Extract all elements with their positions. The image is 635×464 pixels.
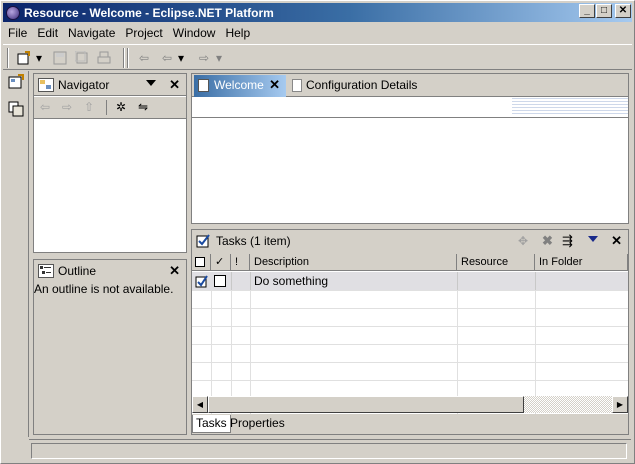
close-window-button[interactable]: ✕ xyxy=(615,4,631,18)
menu-file[interactable]: File xyxy=(3,26,32,40)
outline-title: Outline xyxy=(58,264,97,278)
print-icon[interactable] xyxy=(95,49,113,67)
checkbox-column-icon xyxy=(195,257,205,268)
horizontal-scrollbar[interactable]: ◀ ▶ xyxy=(192,396,628,413)
nav-up-icon[interactable]: ⇧ xyxy=(84,100,94,114)
tasks-header: Tasks (1 item) ✥ ✖ ⇶ ✕ xyxy=(192,230,628,252)
outline-close-button[interactable]: ✕ xyxy=(169,263,180,279)
tab-tasks[interactable]: Tasks xyxy=(192,415,231,433)
outline-message: An outline is not available. xyxy=(34,282,174,296)
tab-properties[interactable]: Properties xyxy=(227,415,288,433)
tab-configuration-details[interactable]: Configuration Details xyxy=(290,75,417,97)
editor-divider xyxy=(192,117,628,118)
collapse-all-icon[interactable]: ✲ xyxy=(116,100,126,114)
title-bar[interactable]: Resource - Welcome - Eclipse.NET Platfor… xyxy=(3,3,632,22)
toolbar-separator xyxy=(127,48,129,68)
column-header-description[interactable]: Description xyxy=(250,254,457,271)
nav-forward-icon[interactable]: ⇨ xyxy=(62,100,72,114)
scroll-left-button[interactable]: ◀ xyxy=(192,396,208,413)
main-toolbar: ▾ ⇦ ⇦ ▾ ⇨ ▾ xyxy=(3,44,632,70)
tab-configuration-label: Configuration Details xyxy=(306,78,418,92)
outline-view: Outline ✕ An outline is not available. xyxy=(33,259,187,435)
task-description: Do something xyxy=(254,274,329,288)
welcome-page-icon xyxy=(198,79,209,92)
task-icon xyxy=(195,274,209,291)
column-header-resource[interactable]: Resource xyxy=(457,254,535,271)
tab-welcome[interactable]: Welcome ✕ xyxy=(194,75,286,97)
forward-icon[interactable]: ⇨ xyxy=(195,49,213,67)
menu-bar: File Edit Navigate Project Window Help xyxy=(3,23,632,42)
nav-back-icon[interactable]: ⇦ xyxy=(40,100,50,114)
resource-perspective-icon[interactable] xyxy=(8,101,24,117)
outline-header: Outline ✕ xyxy=(34,260,186,282)
open-perspective-icon[interactable] xyxy=(8,74,24,90)
tasks-view-menu-icon[interactable] xyxy=(588,236,598,242)
document-icon xyxy=(292,79,302,92)
scroll-right-button[interactable]: ▶ xyxy=(612,396,628,413)
grid-line xyxy=(192,290,628,291)
column-header-priority-check[interactable]: ✓ xyxy=(211,254,231,271)
filter-icon[interactable]: ⇶ xyxy=(562,233,573,249)
navigator-title: Navigator xyxy=(58,77,110,92)
menu-project[interactable]: Project xyxy=(120,26,167,40)
scrollbar-thumb[interactable] xyxy=(208,396,524,413)
window-title: Resource - Welcome - Eclipse.NET Platfor… xyxy=(24,5,274,20)
tasks-close-button[interactable]: ✕ xyxy=(611,233,622,249)
link-editor-icon[interactable]: ⇋ xyxy=(138,100,148,114)
save-all-icon[interactable] xyxy=(73,49,91,67)
delete-task-icon[interactable]: ✖ xyxy=(542,233,553,249)
status-field xyxy=(31,443,627,459)
view-menu-icon[interactable] xyxy=(146,80,156,86)
navigator-icon xyxy=(38,77,54,92)
save-icon[interactable] xyxy=(51,49,69,67)
outline-icon xyxy=(38,264,54,278)
grid-line xyxy=(535,272,536,290)
grid-line xyxy=(192,380,628,381)
navigator-header: Navigator ✕ xyxy=(34,74,186,96)
tasks-icon xyxy=(196,234,212,248)
task-completed-checkbox[interactable] xyxy=(214,275,226,287)
navigator-close-button[interactable]: ✕ xyxy=(169,77,180,93)
table-row[interactable]: Do something xyxy=(192,272,628,290)
new-wizard-icon[interactable] xyxy=(15,49,33,67)
tasks-table: ✓ ! Description Resource In Folder Do so… xyxy=(192,254,628,414)
menu-help[interactable]: Help xyxy=(220,26,255,40)
back-icon[interactable]: ⇦ xyxy=(158,49,176,67)
forward-dropdown-icon[interactable]: ▾ xyxy=(215,49,223,67)
editor-area: Welcome ✕ Configuration Details xyxy=(191,73,629,224)
add-task-icon[interactable]: ✥ xyxy=(518,234,528,248)
tab-welcome-label: Welcome xyxy=(214,78,264,92)
tab-welcome-close-button[interactable]: ✕ xyxy=(269,75,280,95)
grid-line xyxy=(192,344,628,345)
navigator-toolbar: ⇦ ⇨ ⇧ ✲ ⇋ xyxy=(34,97,186,119)
grid-line xyxy=(192,308,628,309)
grid-line xyxy=(231,272,232,290)
toolbar-separator xyxy=(106,100,107,115)
welcome-banner-decoration xyxy=(512,98,628,116)
column-header-completed[interactable] xyxy=(192,254,211,271)
last-edit-icon[interactable]: ⇦ xyxy=(135,49,153,67)
menu-window[interactable]: Window xyxy=(168,26,221,40)
status-bar xyxy=(29,439,631,461)
minimize-button[interactable]: _ xyxy=(579,4,595,18)
application-window: Resource - Welcome - Eclipse.NET Platfor… xyxy=(0,0,635,464)
toolbar-grip xyxy=(7,48,9,68)
perspective-bar xyxy=(3,71,29,437)
grid-line xyxy=(192,326,628,327)
navigator-view: Navigator ✕ ⇦ ⇨ ⇧ ✲ ⇋ xyxy=(33,73,187,253)
tasks-title: Tasks (1 item) xyxy=(216,234,291,248)
grid-line xyxy=(457,272,458,290)
tasks-view: Tasks (1 item) ✥ ✖ ⇶ ✕ ✓ ! Description R… xyxy=(191,229,629,435)
toolbar-separator xyxy=(123,48,125,68)
column-header-priority[interactable]: ! xyxy=(231,254,250,271)
grid-line xyxy=(192,362,628,363)
new-dropdown-icon[interactable]: ▾ xyxy=(35,49,43,67)
grid-line xyxy=(250,272,251,290)
column-header-in-folder[interactable]: In Folder xyxy=(535,254,628,271)
eclipse-logo-icon xyxy=(6,5,20,20)
menu-navigate[interactable]: Navigate xyxy=(63,26,120,40)
maximize-button[interactable]: □ xyxy=(596,4,612,18)
back-dropdown-icon[interactable]: ▾ xyxy=(177,49,185,67)
menu-edit[interactable]: Edit xyxy=(32,26,63,40)
